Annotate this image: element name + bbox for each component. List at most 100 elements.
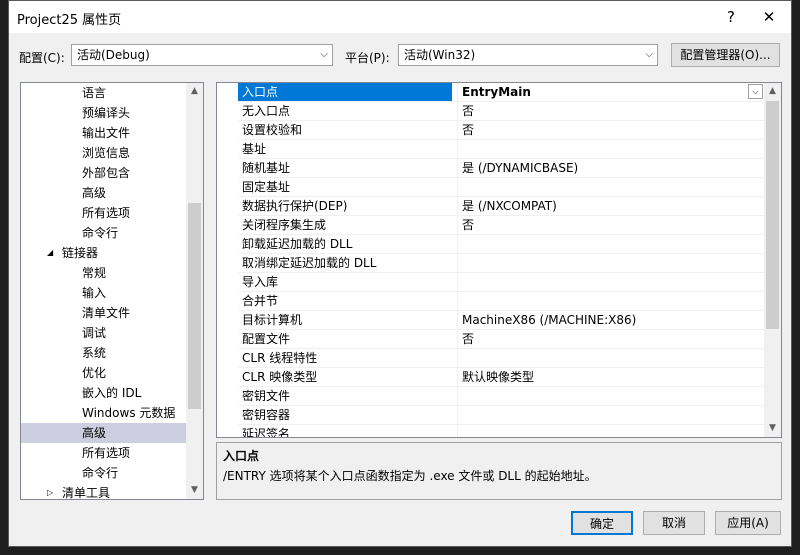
- property-row[interactable]: 延迟签名: [238, 425, 765, 437]
- property-name: 基址: [242, 142, 267, 156]
- property-value[interactable]: [457, 273, 762, 291]
- property-row[interactable]: 卸载延迟加载的 DLL: [238, 235, 765, 254]
- scroll-up-icon[interactable]: ▲: [764, 83, 781, 100]
- property-row[interactable]: 目标计算机 MachineX86 (/MACHINE:X86): [238, 311, 765, 330]
- tree-item[interactable]: 输出文件: [21, 123, 188, 143]
- property-row[interactable]: CLR 映像类型 默认映像类型: [238, 368, 765, 387]
- tree-item-label: 所有选项: [82, 206, 131, 220]
- tree-item[interactable]: 浏览信息: [21, 143, 188, 163]
- tree-item[interactable]: 嵌入的 IDL: [21, 383, 188, 403]
- property-row[interactable]: 取消绑定延迟加载的 DLL: [238, 254, 765, 273]
- property-row[interactable]: CLR 线程特性: [238, 349, 765, 368]
- property-row[interactable]: 固定基址: [238, 178, 765, 197]
- grid-scrollbar[interactable]: ▲ ▼: [764, 83, 781, 437]
- property-name: 固定基址: [242, 180, 291, 194]
- property-name: CLR 线程特性: [242, 351, 318, 365]
- background-editor-left: [0, 0, 8, 555]
- property-row[interactable]: 导入库: [238, 273, 765, 292]
- property-row[interactable]: 设置校验和 否: [238, 121, 765, 140]
- tree-scrollbar[interactable]: ▲ ▼: [186, 83, 203, 499]
- tree-item[interactable]: 命令行: [21, 223, 188, 243]
- property-value[interactable]: [457, 292, 762, 310]
- tree-item[interactable]: 高级: [21, 423, 188, 443]
- property-row[interactable]: 随机基址 是 (/DYNAMICBASE): [238, 159, 765, 178]
- property-value[interactable]: 是 (/DYNAMICBASE): [457, 159, 762, 177]
- property-value[interactable]: 否: [457, 102, 762, 120]
- tree-item-label: 系统: [82, 346, 107, 360]
- config-manager-button[interactable]: 配置管理器(O)...: [671, 43, 780, 67]
- tree-item[interactable]: 清单文件: [21, 303, 188, 323]
- tree-item[interactable]: 常规: [21, 263, 188, 283]
- property-value[interactable]: [457, 406, 762, 424]
- property-row[interactable]: 关闭程序集生成 否: [238, 216, 765, 235]
- property-value[interactable]: [457, 140, 762, 158]
- scroll-down-icon[interactable]: ▼: [764, 420, 781, 437]
- property-row[interactable]: 无入口点 否: [238, 102, 765, 121]
- property-value[interactable]: 否: [457, 121, 762, 139]
- property-value[interactable]: 默认映像类型: [457, 368, 762, 386]
- scroll-down-icon[interactable]: ▼: [186, 482, 203, 499]
- tree-item-label: 链接器: [62, 246, 99, 260]
- property-row[interactable]: 配置文件 否: [238, 330, 765, 349]
- property-value[interactable]: [457, 425, 762, 437]
- apply-button[interactable]: 应用(A): [715, 511, 781, 535]
- tree-item[interactable]: 语言: [21, 83, 188, 103]
- platform-combo[interactable]: 活动(Win32) ⌵: [398, 44, 658, 66]
- config-combo[interactable]: 活动(Debug) ⌵: [71, 44, 333, 66]
- tree-item[interactable]: 输入: [21, 283, 188, 303]
- config-combo-value: 活动(Debug): [77, 48, 150, 62]
- property-row[interactable]: 入口点 EntryMain ⌵: [238, 83, 765, 102]
- property-value[interactable]: [457, 387, 762, 405]
- property-row[interactable]: 密钥文件: [238, 387, 765, 406]
- tree-item-label: 清单工具: [62, 486, 111, 500]
- property-value[interactable]: EntryMain: [457, 83, 762, 101]
- tree-item[interactable]: Windows 元数据: [21, 403, 188, 423]
- tree-item-label: 输入: [82, 286, 107, 300]
- tree-item[interactable]: 高级: [21, 183, 188, 203]
- property-row[interactable]: 密钥容器: [238, 406, 765, 425]
- description-text: /ENTRY 选项将某个入口点函数指定为 .exe 文件或 DLL 的起始地址。: [223, 469, 597, 483]
- property-row[interactable]: 基址: [238, 140, 765, 159]
- tree-item[interactable]: 预编译头: [21, 103, 188, 123]
- tree-item[interactable]: 系统: [21, 343, 188, 363]
- property-value[interactable]: 否: [457, 216, 762, 234]
- property-name: 密钥容器: [242, 408, 291, 422]
- tree-item[interactable]: 外部包含: [21, 163, 188, 183]
- grid-scroll-thumb[interactable]: [766, 101, 779, 329]
- tree-item[interactable]: 调试: [21, 323, 188, 343]
- cancel-button[interactable]: 取消: [643, 511, 705, 535]
- tree-item[interactable]: 命令行: [21, 463, 188, 483]
- expanded-arrow-icon[interactable]: ◢: [47, 243, 53, 263]
- tree-item-label: 高级: [82, 426, 107, 440]
- tree-scroll-thumb[interactable]: [188, 203, 201, 409]
- property-row[interactable]: 合并节: [238, 292, 765, 311]
- property-value[interactable]: 否: [457, 330, 762, 348]
- tree-item[interactable]: ◢ 链接器: [21, 243, 188, 263]
- property-value[interactable]: [457, 235, 762, 253]
- property-value[interactable]: MachineX86 (/MACHINE:X86): [457, 311, 762, 329]
- property-value[interactable]: [457, 349, 762, 367]
- tree-item-label: Windows 元数据: [82, 406, 176, 420]
- tree-item[interactable]: ▷ 清单工具: [21, 483, 188, 500]
- help-button[interactable]: ?: [717, 5, 745, 29]
- dropdown-arrow-icon[interactable]: ⌵: [748, 84, 763, 99]
- tree-item[interactable]: 所有选项: [21, 443, 188, 463]
- category-tree[interactable]: 语言 预编译头 输出文件 浏览信息 外部包含 高级 所有选项 命令行 ◢ 链接器 常规 输入 清单文件调…: [20, 82, 204, 500]
- property-name: 随机基址: [242, 161, 291, 175]
- ok-button[interactable]: 确定: [571, 511, 633, 535]
- property-name: 关闭程序集生成: [242, 218, 327, 232]
- property-value[interactable]: [457, 254, 762, 272]
- collapsed-arrow-icon[interactable]: ▷: [47, 483, 53, 499]
- property-name: 数据执行保护(DEP): [242, 199, 348, 213]
- tree-item[interactable]: 所有选项: [21, 203, 188, 223]
- scroll-up-icon[interactable]: ▲: [186, 83, 203, 100]
- property-grid[interactable]: 入口点 EntryMain ⌵ 无入口点否设置校验和否基址随机基址 是 (/DYNAMI…: [216, 82, 782, 438]
- property-value[interactable]: [457, 178, 762, 196]
- property-name: 目标计算机: [242, 313, 303, 327]
- property-row[interactable]: 数据执行保护(DEP) 是 (/NXCOMPAT): [238, 197, 765, 216]
- tree-item[interactable]: 优化: [21, 363, 188, 383]
- tree-item-label: 所有选项: [82, 446, 131, 460]
- close-button[interactable]: ✕: [755, 5, 783, 29]
- window-title: Project25 属性页: [17, 13, 122, 28]
- property-value[interactable]: 是 (/NXCOMPAT): [457, 197, 762, 215]
